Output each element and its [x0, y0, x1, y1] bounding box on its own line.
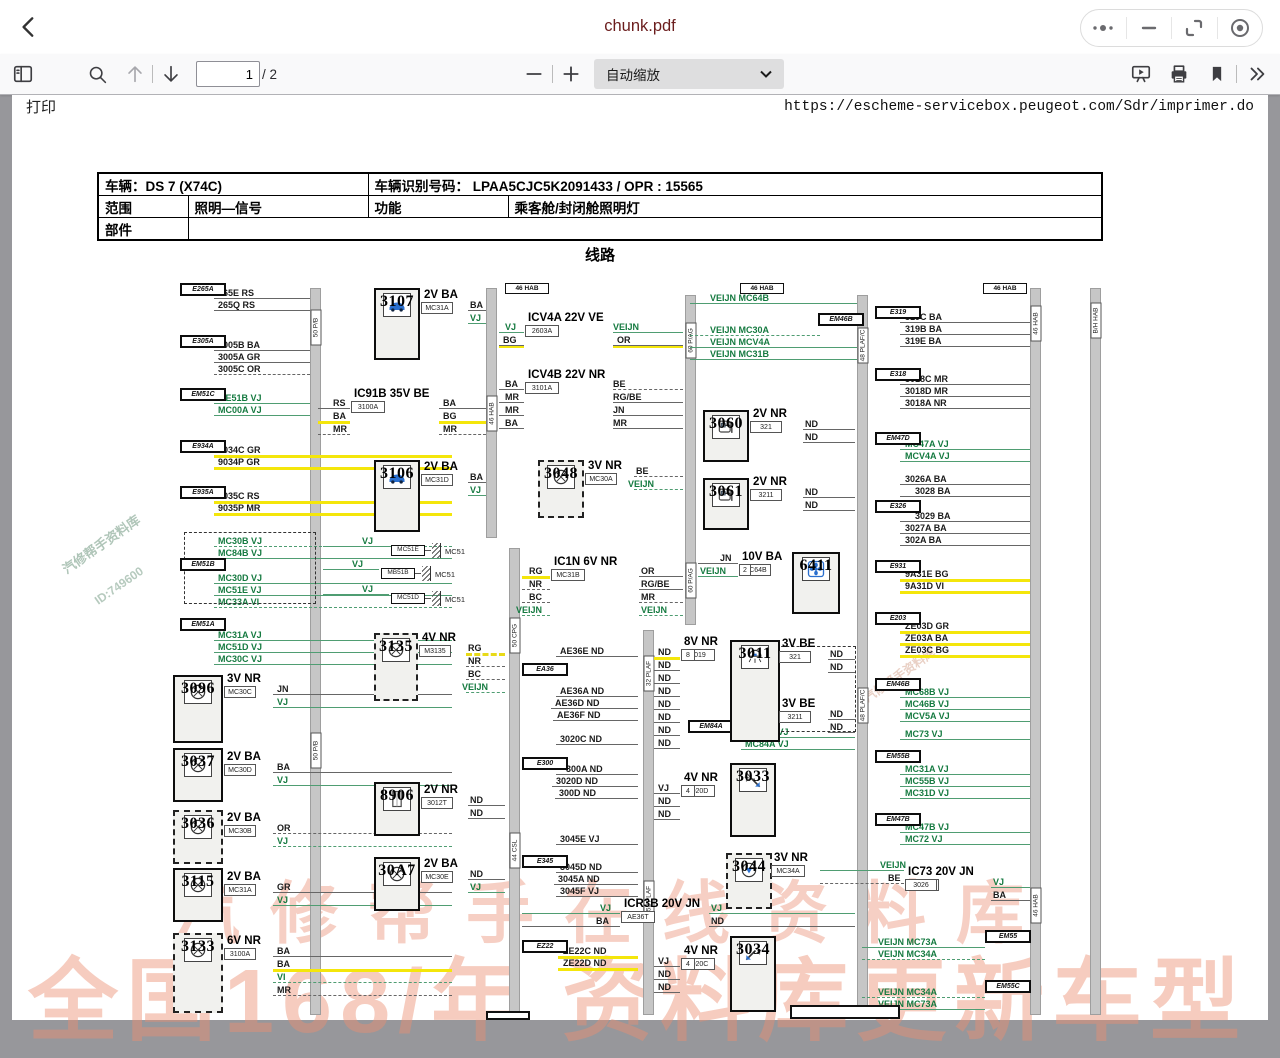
toolbar-more-button[interactable] [1244, 62, 1270, 86]
zoom-in-icon [561, 64, 581, 84]
minimize-icon [1139, 18, 1159, 38]
section-title: 线路 [97, 244, 1103, 265]
search-button[interactable] [84, 62, 110, 86]
more-options-icon [1090, 23, 1116, 33]
parts-value [188, 218, 1102, 241]
presentation-mode-icon [1130, 63, 1152, 85]
sidebar-toggle-icon [12, 63, 34, 85]
page-number-input[interactable] [196, 61, 260, 87]
next-page-button[interactable] [158, 62, 184, 86]
page-count-label: / 2 [262, 67, 277, 82]
bookmark-icon [1207, 64, 1227, 84]
parts-label: 部件 [98, 218, 188, 241]
arrow-down-icon [160, 63, 182, 85]
zoom-out-button[interactable] [521, 62, 547, 86]
zoom-select[interactable]: 自动缩放 [594, 59, 784, 89]
source-url: https://escheme-servicebox.peugeot.com/S… [784, 99, 1254, 115]
record-icon [1229, 17, 1251, 39]
expand-button[interactable] [1171, 17, 1217, 39]
more-options-button[interactable] [1081, 17, 1126, 39]
record-button[interactable] [1217, 17, 1263, 39]
zoom-in-button[interactable] [558, 62, 584, 86]
chevron-down-icon [760, 70, 772, 78]
minimize-button[interactable] [1126, 17, 1172, 39]
scope-value: 照明—信号 [188, 196, 368, 218]
arrow-up-icon [124, 63, 146, 85]
print-icon [1168, 63, 1190, 85]
window-chrome: chunk.pdf [0, 0, 1280, 54]
print-button[interactable] [1166, 62, 1192, 86]
scope-label: 范围 [98, 196, 188, 218]
pdf-toolbar: / 2 自动缩放 [0, 54, 1280, 95]
function-label: 功能 [368, 196, 508, 218]
window-controls [1080, 9, 1263, 47]
double-chevron-icon [1246, 63, 1268, 85]
print-header-label: 打印 [26, 96, 56, 117]
vehicle-cell: 车辆：DS 7 (X74C) [98, 173, 368, 196]
expand-icon [1184, 18, 1204, 38]
search-icon [87, 64, 108, 85]
presentation-mode-button[interactable] [1128, 62, 1154, 86]
sidebar-toggle-button[interactable] [10, 62, 36, 86]
zoom-select-value: 自动缩放 [606, 64, 760, 84]
function-value: 乘客舱/封闭舱照明灯 [508, 196, 1102, 218]
bookmark-button[interactable] [1204, 62, 1230, 86]
vehicle-info-table: 车辆：DS 7 (X74C) 车辆识别号码： LPAA5CJC5K2091433… [97, 172, 1103, 241]
vin-cell: 车辆识别号码： LPAA5CJC5K2091433 / OPR : 15565 [368, 173, 1102, 196]
zoom-out-icon [524, 64, 544, 84]
previous-page-button[interactable] [122, 62, 148, 86]
